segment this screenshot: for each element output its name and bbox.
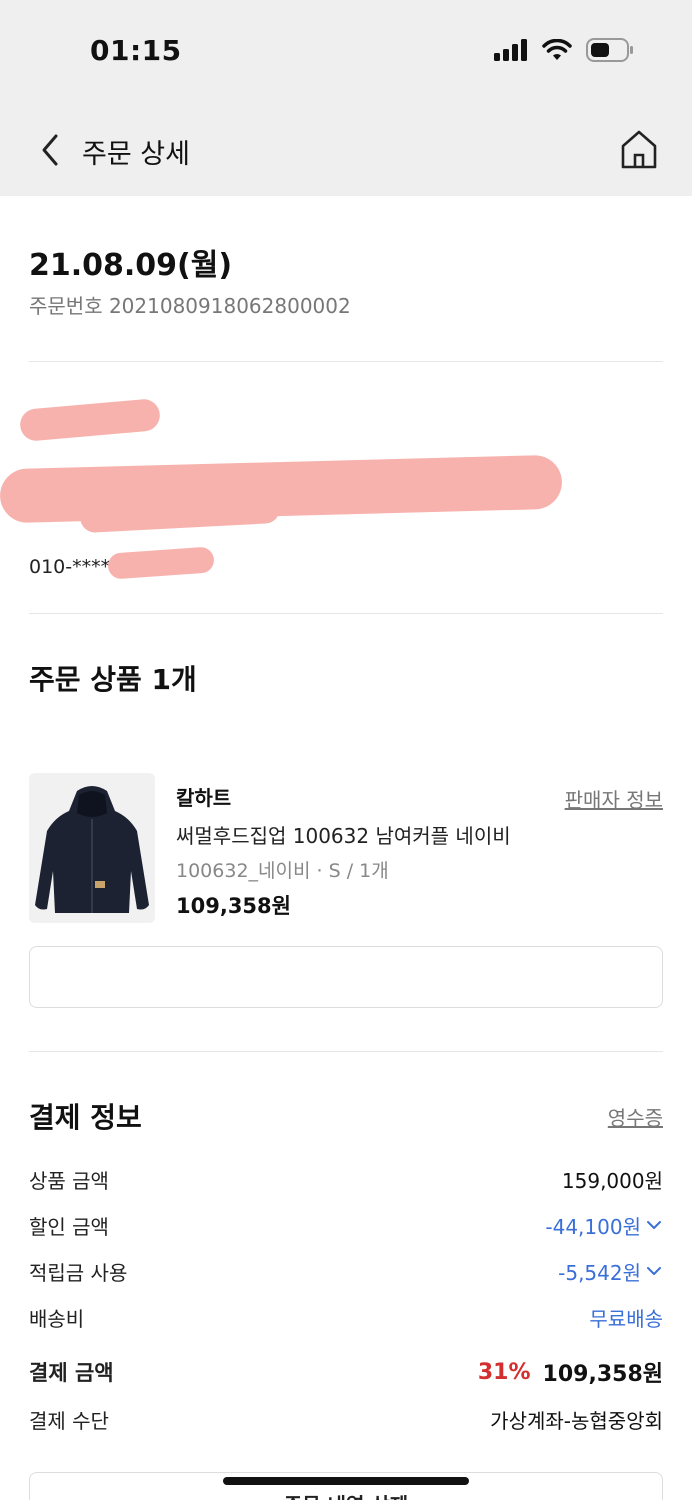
row-value: 가상계좌-농협중앙회 <box>490 1408 663 1433</box>
row-label: 적립금 사용 <box>29 1260 128 1285</box>
payment-row-total: 결제 금액 31% 109,358원 <box>29 1356 663 1388</box>
row-label: 배송비 <box>29 1306 85 1331</box>
order-number: 주문번호 2021080918062800002 <box>29 294 351 318</box>
divider <box>29 361 663 362</box>
signal-icon <box>494 39 527 61</box>
products-title: 주문 상품 1개 <box>29 663 197 696</box>
status-time: 01:15 <box>90 34 182 67</box>
product-name[interactable]: 써멀후드집업 100632 남여커플 네이비 <box>176 820 511 849</box>
discount-percent: 31% <box>477 1359 531 1385</box>
payment-row-product-amount: 상품 금액 159,000원 <box>29 1164 663 1194</box>
status-bar: 01:15 <box>0 0 692 100</box>
row-value-wrap[interactable]: -5,542원 <box>558 1257 663 1286</box>
payment-title: 결제 정보 <box>29 1101 142 1134</box>
product-brand: 칼하트 <box>176 786 232 810</box>
row-value: -44,100원 <box>545 1214 641 1239</box>
chevron-down-icon <box>647 1221 661 1229</box>
page-title: 주문 상세 <box>82 139 190 170</box>
home-icon[interactable] <box>620 128 658 170</box>
redaction-mark <box>18 397 162 443</box>
battery-icon <box>586 38 633 62</box>
product-action-box[interactable] <box>29 946 663 1008</box>
product-option: 100632_네이비 · S / 1개 <box>176 860 389 882</box>
row-value-wrap[interactable]: -44,100원 <box>545 1211 663 1240</box>
product-price: 109,358원 <box>176 894 291 918</box>
back-arrow-icon[interactable] <box>34 130 70 170</box>
seller-info-link[interactable]: 판매자 정보 <box>565 784 663 813</box>
redaction-mark <box>107 546 215 580</box>
navigation-bar: 주문 상세 <box>0 100 692 196</box>
total-value-wrap: 31% 109,358원 <box>478 1356 663 1388</box>
row-value: -5,542원 <box>558 1260 641 1285</box>
jacket-image <box>35 786 149 913</box>
payment-row-method: 결제 수단 가상계좌-농협중앙회 <box>29 1404 663 1434</box>
divider <box>29 1051 663 1052</box>
row-label: 결제 금액 <box>29 1361 114 1385</box>
order-date: 21.08.09(월) <box>29 248 233 283</box>
payment-row-shipping: 배송비 무료배송 <box>29 1302 663 1332</box>
row-value: 159,000원 <box>561 1168 663 1193</box>
home-indicator <box>223 1477 469 1485</box>
row-label: 상품 금액 <box>29 1168 109 1193</box>
payment-row-points[interactable]: 적립금 사용 -5,542원 <box>29 1256 663 1286</box>
status-icons <box>494 38 634 62</box>
row-value: 무료배송 <box>589 1306 663 1331</box>
product-image[interactable] <box>29 773 155 923</box>
payment-row-discount[interactable]: 할인 금액 -44,100원 <box>29 1210 663 1240</box>
receipt-link[interactable]: 영수증 <box>608 1102 663 1131</box>
phone-number: 010-**** <box>29 556 111 578</box>
row-label: 결제 수단 <box>29 1408 109 1433</box>
row-label: 할인 금액 <box>29 1214 109 1239</box>
divider <box>29 613 663 614</box>
wifi-icon <box>542 39 572 60</box>
total-amount: 109,358원 <box>542 1362 663 1387</box>
chevron-down-icon <box>647 1267 661 1275</box>
